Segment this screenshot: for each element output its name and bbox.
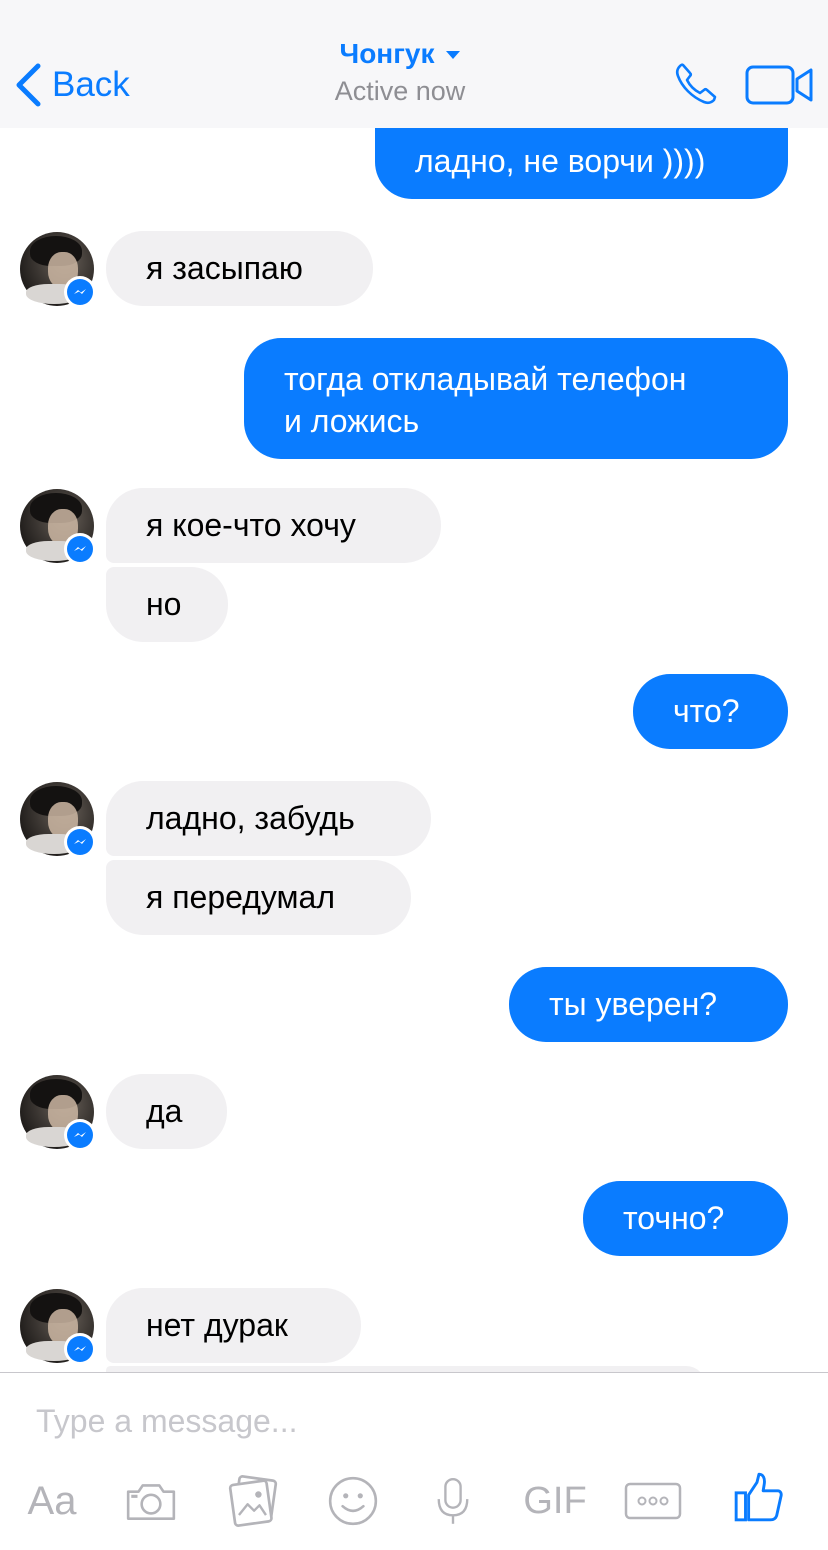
chat-header: Back Чонгук Active now	[0, 0, 828, 128]
messenger-badge-icon	[64, 533, 96, 565]
text-tool-label: Aa	[27, 1478, 77, 1523]
message-bubble-outgoing[interactable]: тогда откладывай телефон и ложись	[244, 338, 788, 459]
contact-avatar[interactable]	[20, 489, 96, 565]
messenger-badge-icon	[64, 276, 96, 308]
more-icon[interactable]	[624, 1473, 682, 1529]
gif-icon[interactable]: GIF	[518, 1473, 592, 1529]
message-text-line: и ложись	[284, 403, 420, 439]
caret-down-icon[interactable]	[446, 51, 461, 59]
conversation-title[interactable]: Чонгук Active now	[250, 38, 550, 107]
message-bubble-incoming[interactable]: я кое-что хочу	[106, 488, 441, 563]
emoji-icon[interactable]	[326, 1473, 380, 1529]
chevron-left-icon	[16, 63, 41, 107]
back-label: Back	[52, 65, 130, 104]
composer-bar: Type a message... Aa GIF	[0, 1372, 828, 1550]
message-bubble-outgoing[interactable]: ладно, не ворчи ))))	[375, 124, 788, 199]
camera-icon[interactable]	[124, 1473, 178, 1529]
message-bubble-outgoing[interactable]: точно?	[583, 1181, 788, 1256]
message-bubble-outgoing[interactable]: что?	[633, 674, 788, 749]
contact-avatar[interactable]	[20, 782, 96, 858]
text-icon[interactable]: Aa	[22, 1473, 82, 1529]
active-status: Active now	[334, 76, 466, 106]
like-icon[interactable]	[732, 1467, 786, 1527]
messenger-badge-icon	[64, 826, 96, 858]
messenger-badge-icon	[64, 1333, 96, 1365]
message-input[interactable]: Type a message...	[36, 1403, 297, 1440]
phone-icon[interactable]	[672, 60, 720, 108]
contact-avatar[interactable]	[20, 1075, 96, 1151]
message-thread[interactable]: ладно, не ворчи )))) я засыпаю тогда отк…	[0, 0, 828, 1372]
message-bubble-incoming[interactable]: я засыпаю	[106, 231, 373, 306]
video-camera-icon[interactable]	[745, 64, 815, 106]
message-bubble-incoming[interactable]: но	[106, 567, 228, 642]
messenger-badge-icon	[64, 1119, 96, 1151]
contact-avatar[interactable]	[20, 1289, 96, 1365]
contact-avatar[interactable]	[20, 232, 96, 308]
back-button[interactable]: Back	[14, 62, 130, 108]
message-text-line: тогда откладывай телефон	[284, 361, 687, 397]
gif-label: GIF	[523, 1479, 587, 1522]
message-bubble-incoming[interactable]: я передумал	[106, 860, 411, 935]
microphone-icon[interactable]	[434, 1473, 472, 1529]
gallery-icon[interactable]	[226, 1473, 280, 1529]
message-bubble-incoming[interactable]: да	[106, 1074, 227, 1149]
contact-name[interactable]: Чонгук	[340, 38, 435, 70]
message-bubble-incoming[interactable]: ладно, забудь	[106, 781, 431, 856]
message-bubble-incoming[interactable]: нет дурак	[106, 1288, 361, 1363]
message-bubble-outgoing[interactable]: ты уверен?	[509, 967, 788, 1042]
